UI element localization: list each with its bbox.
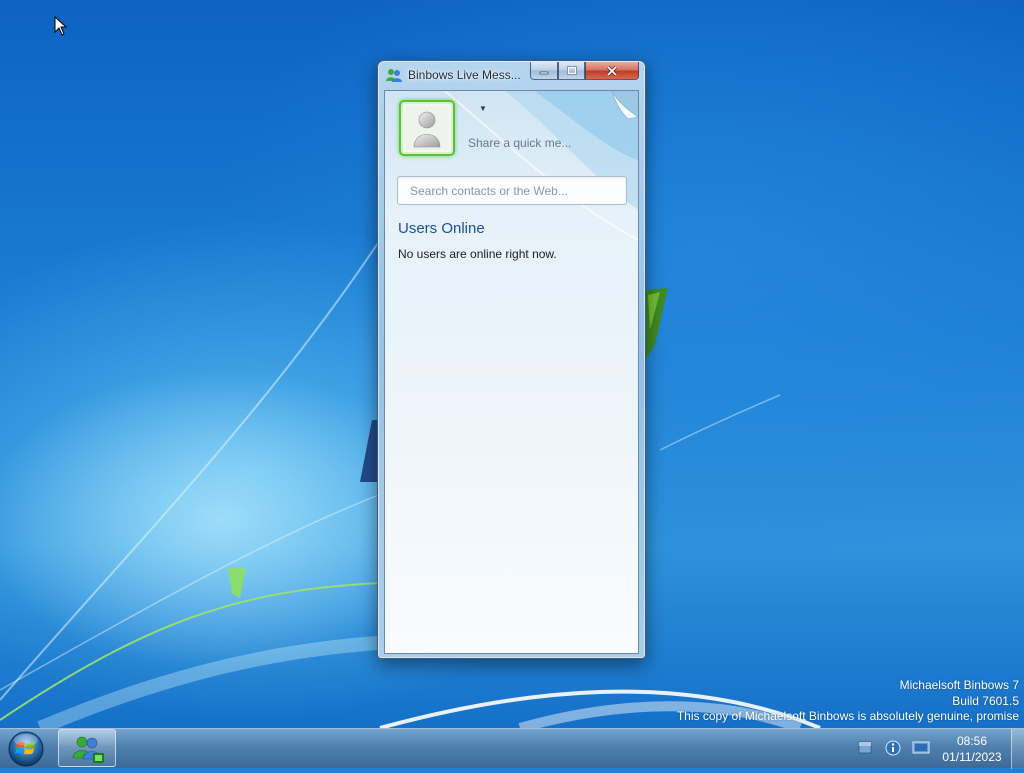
status-dropdown-icon[interactable]: ▼: [479, 104, 487, 113]
minimize-icon: [539, 71, 549, 74]
search-box[interactable]: [397, 176, 627, 205]
window-title: Binbows Live Mess...: [408, 68, 521, 82]
network-icon[interactable]: [912, 740, 930, 756]
clock-time: 08:56: [956, 734, 988, 748]
flag-icon[interactable]: [857, 740, 873, 756]
messenger-icon: [386, 69, 402, 82]
search-input[interactable]: [398, 177, 626, 204]
avatar[interactable]: [399, 100, 455, 156]
close-button[interactable]: [585, 62, 639, 80]
show-desktop-button[interactable]: [1011, 729, 1024, 769]
watermark-line-3: This copy of Michaelsoft Binbows is abso…: [676, 709, 1019, 723]
maximize-icon: [566, 66, 577, 75]
messenger-icon: [72, 736, 104, 763]
minimize-button[interactable]: [530, 62, 558, 80]
taskbar-messenger-button[interactable]: [58, 729, 116, 767]
start-orb-icon: [8, 731, 44, 767]
windows-watermark: Michaelsoft Binbows 7 Build 7601.5 This …: [677, 678, 1019, 725]
watermark-line-1: Michaelsoft Binbows 7: [899, 678, 1019, 692]
maximize-button[interactable]: [558, 62, 585, 80]
users-online-heading: Users Online: [398, 220, 485, 237]
no-users-message: No users are online right now.: [398, 247, 557, 261]
title-bar[interactable]: Binbows Live Mess...: [378, 61, 645, 89]
clock-date: 01/11/2023: [942, 750, 1002, 764]
mouse-cursor-icon: [54, 16, 68, 36]
desktop: Binbows Live Mess... ▼ Share a quick me.…: [0, 0, 1024, 728]
default-user-icon: [405, 106, 449, 150]
quick-message-field[interactable]: Share a quick me...: [468, 136, 571, 150]
messenger-window[interactable]: Binbows Live Mess... ▼ Share a quick me.…: [377, 60, 646, 659]
page-corner-icon[interactable]: [608, 91, 638, 121]
taskbar: 08:56 01/11/2023: [0, 728, 1024, 769]
watermark-line-2: Build 7601.5: [952, 693, 1019, 708]
messenger-client-area: ▼ Share a quick me... Users Online No us…: [384, 90, 639, 654]
close-icon: [606, 65, 618, 76]
clock[interactable]: 08:56 01/11/2023: [940, 733, 1004, 765]
info-icon[interactable]: [885, 740, 901, 756]
start-button[interactable]: [4, 730, 48, 768]
